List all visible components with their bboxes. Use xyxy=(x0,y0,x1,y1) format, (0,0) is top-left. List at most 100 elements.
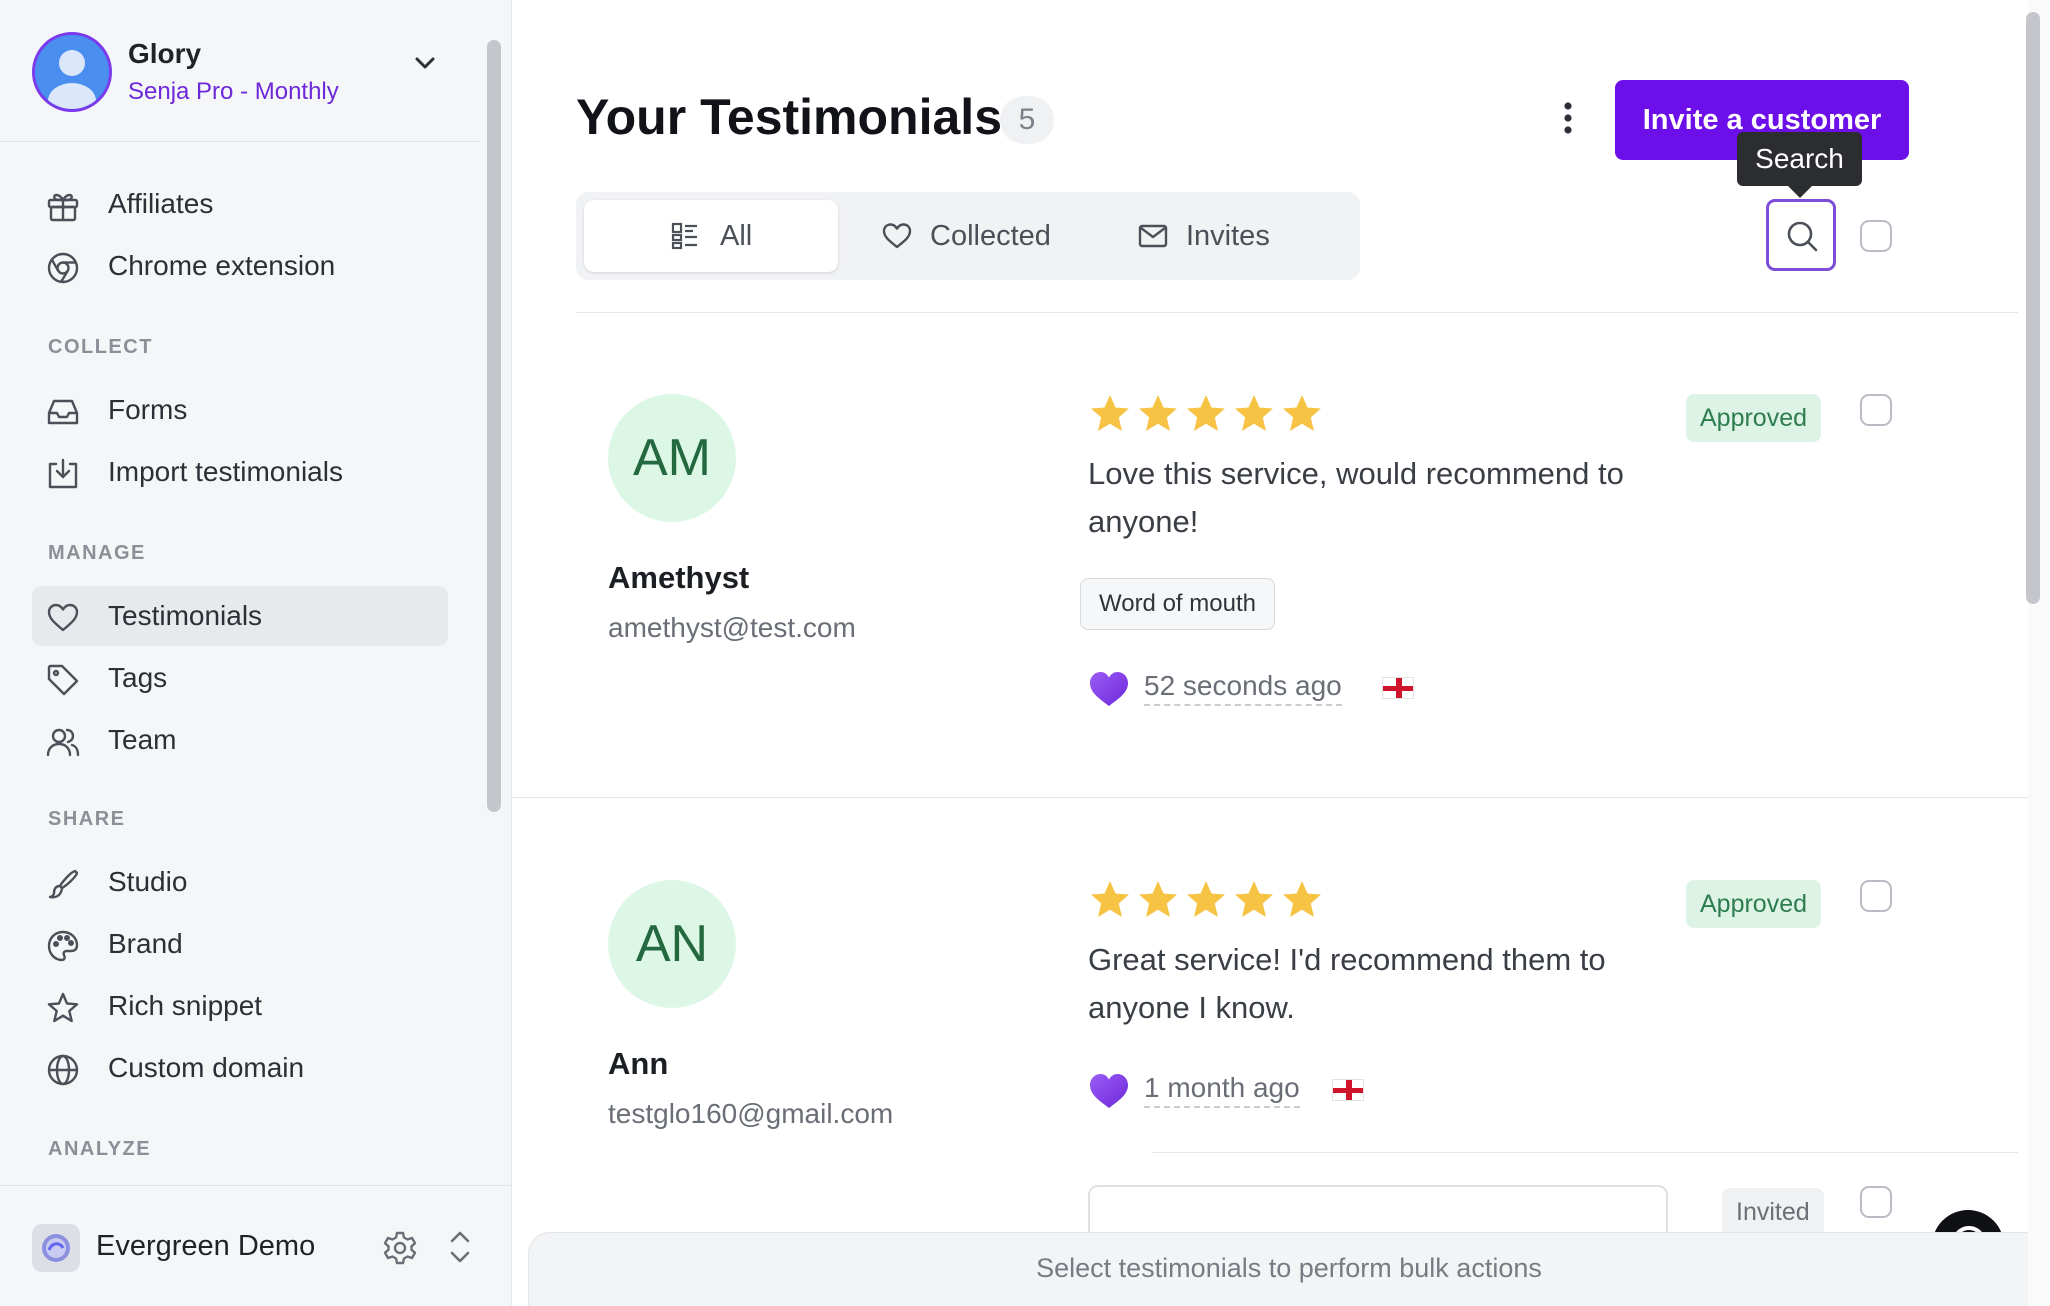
sidebar-item-studio[interactable]: Studio xyxy=(32,852,448,912)
import-icon xyxy=(46,457,80,491)
chrome-icon xyxy=(46,251,80,285)
main-content: Your Testimonials 5 Invite a customer Al… xyxy=(512,0,2050,1306)
sidebar-item-import-testimonials[interactable]: Import testimonials xyxy=(32,442,448,502)
page-title: Your Testimonials xyxy=(576,89,1003,145)
star-icon xyxy=(1091,881,1129,917)
row-checkbox[interactable] xyxy=(1860,394,1892,426)
avatar: AN xyxy=(608,880,736,1008)
search-tooltip: Search xyxy=(1737,132,1862,198)
sidebar-item-label: Custom domain xyxy=(108,1052,305,1083)
england-flag-icon xyxy=(1382,677,1414,699)
tab-invites[interactable]: Invites xyxy=(1096,200,1350,272)
submitted-time[interactable]: 52 seconds ago xyxy=(1144,670,1342,706)
sidebar-item-label: Team xyxy=(108,724,177,755)
sidebar-item-chrome-extension[interactable]: Chrome extension xyxy=(32,236,448,296)
customer-name: Ann xyxy=(608,1046,669,1081)
user-avatar xyxy=(32,32,112,112)
sidebar-item-testimonials[interactable]: Testimonials xyxy=(32,586,448,646)
section-title-analyze: ANALYZE xyxy=(48,1138,152,1160)
tab-label: Collected xyxy=(930,220,1051,252)
star-icon xyxy=(1139,395,1177,431)
chevron-up-down-icon[interactable] xyxy=(444,1228,476,1266)
sidebar-item-label: Rich snippet xyxy=(108,990,263,1021)
sidebar-item-tags[interactable]: Tags xyxy=(32,648,448,708)
testimonial-text: Love this service, would recommend to an… xyxy=(1088,456,1624,539)
england-flag-icon xyxy=(1332,1079,1364,1101)
submitted-time[interactable]: 1 month ago xyxy=(1144,1072,1300,1108)
sidebar-item-affiliates[interactable]: Affiliates xyxy=(32,174,448,234)
sidebar-item-label: Brand xyxy=(108,928,183,959)
select-all-checkbox[interactable] xyxy=(1860,220,1892,252)
status-badge: Approved xyxy=(1686,394,1822,442)
heart-icon xyxy=(1088,670,1130,708)
more-options-icon[interactable] xyxy=(1562,100,1574,136)
tab-all[interactable]: All xyxy=(584,200,838,272)
testimonial-text: Great service! I'd recommend them to any… xyxy=(1088,942,1606,1025)
account-plan: Senja Pro - Monthly xyxy=(128,78,339,105)
star-icon xyxy=(1187,395,1225,431)
sidebar-item-custom-domain[interactable]: Custom domain xyxy=(32,1038,448,1098)
star-rating xyxy=(1088,878,1324,924)
star-icon xyxy=(1139,881,1177,917)
users-icon xyxy=(46,725,80,759)
filter-tabs: All Collected Invites xyxy=(576,192,1360,280)
row-divider xyxy=(512,797,2028,798)
tab-collected[interactable]: Collected xyxy=(840,200,1094,272)
status-badge: Invited xyxy=(1722,1188,1824,1236)
workspace-switcher[interactable]: Evergreen Demo xyxy=(0,1185,511,1306)
mail-icon xyxy=(1138,221,1168,251)
heart-icon xyxy=(1088,1072,1130,1110)
sidebar-divider xyxy=(0,141,480,142)
star-icon xyxy=(1187,881,1225,917)
star-icon xyxy=(1235,395,1273,431)
gift-icon xyxy=(46,189,80,223)
sidebar-scroll-area: Glory Senja Pro - Monthly Affiliates Chr… xyxy=(0,0,480,1185)
heart-icon xyxy=(46,601,80,635)
account-name: Glory xyxy=(128,38,202,69)
sidebar-scrollbar[interactable] xyxy=(487,40,501,812)
main-scrollbar[interactable] xyxy=(2026,12,2040,604)
star-icon xyxy=(46,991,80,1025)
gear-icon[interactable] xyxy=(382,1230,418,1266)
tag-icon xyxy=(46,663,80,697)
customer-email: testglo160@gmail.com xyxy=(608,1098,894,1129)
sidebar: Glory Senja Pro - Monthly Affiliates Chr… xyxy=(0,0,512,1306)
grid-list-icon xyxy=(670,221,700,251)
search-icon xyxy=(1787,221,1818,252)
star-icon xyxy=(1091,395,1129,431)
globe-icon xyxy=(46,1053,80,1087)
account-switcher[interactable]: Glory Senja Pro - Monthly xyxy=(32,32,452,112)
search-button[interactable] xyxy=(1766,199,1836,271)
sidebar-item-label: Forms xyxy=(108,394,188,425)
star-icon xyxy=(1283,881,1321,917)
section-title-share: SHARE xyxy=(48,808,126,830)
row-checkbox[interactable] xyxy=(1860,880,1892,912)
star-icon xyxy=(1283,395,1321,431)
star-icon xyxy=(1235,881,1273,917)
testimonial-count-badge: 5 xyxy=(1000,96,1054,144)
section-title-collect: COLLECT xyxy=(48,336,153,358)
bulk-actions-bar: Select testimonials to perform bulk acti… xyxy=(528,1232,2050,1306)
section-title-manage: MANAGE xyxy=(48,542,146,564)
sidebar-item-brand[interactable]: Brand xyxy=(32,914,448,974)
row-checkbox[interactable] xyxy=(1860,1186,1892,1218)
workspace-logo xyxy=(32,1224,80,1272)
bulk-actions-text: Select testimonials to perform bulk acti… xyxy=(1036,1253,1542,1283)
sidebar-item-team[interactable]: Team xyxy=(32,710,448,770)
sidebar-item-label: Chrome extension xyxy=(108,250,336,281)
customer-email: amethyst@test.com xyxy=(608,612,856,643)
sidebar-item-label: Tags xyxy=(108,662,168,693)
chevron-down-icon[interactable] xyxy=(410,48,440,78)
brush-icon xyxy=(46,867,80,901)
sidebar-item-label: Studio xyxy=(108,866,188,897)
customer-name: Amethyst xyxy=(608,560,750,595)
sidebar-item-label: Import testimonials xyxy=(108,456,343,487)
sidebar-item-rich-snippet[interactable]: Rich snippet xyxy=(32,976,448,1036)
sidebar-item-forms[interactable]: Forms xyxy=(32,380,448,440)
row-divider xyxy=(1152,1152,2018,1153)
tag-chip[interactable]: Word of mouth xyxy=(1080,578,1275,630)
status-badge: Approved xyxy=(1686,880,1822,928)
workspace-name: Evergreen Demo xyxy=(96,1230,316,1262)
header-divider xyxy=(576,312,2018,313)
sidebar-item-label: Testimonials xyxy=(108,600,263,631)
